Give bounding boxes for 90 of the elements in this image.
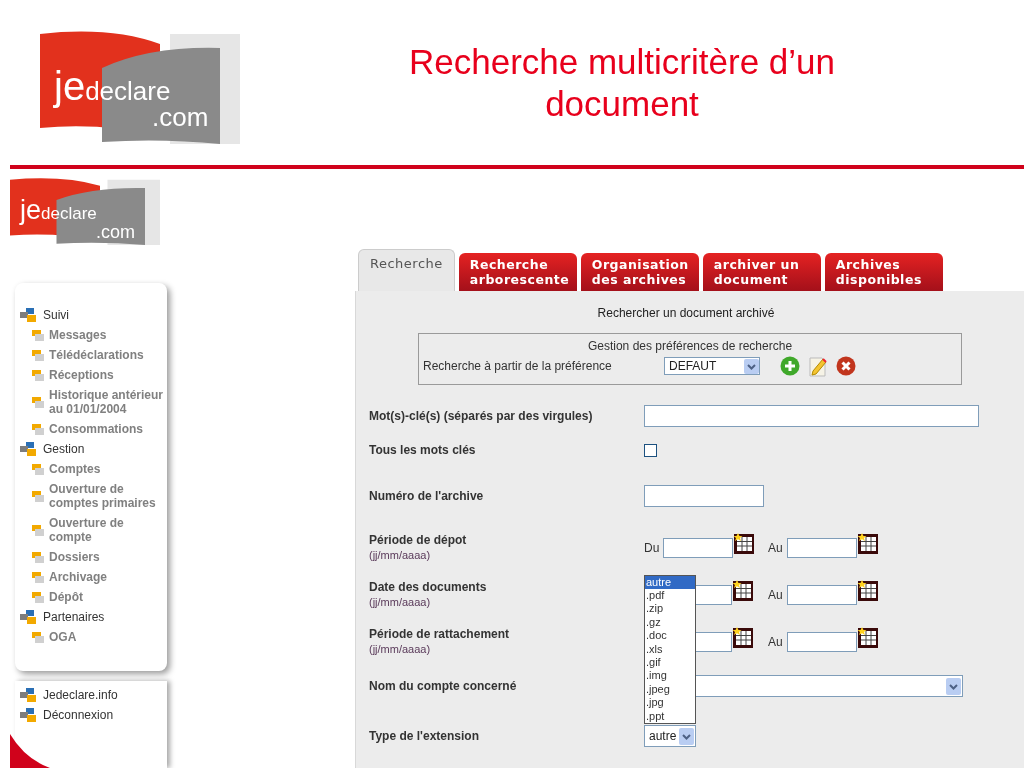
- menu-item[interactable]: Comptes: [49, 462, 101, 476]
- dropdown-option[interactable]: autre: [645, 575, 695, 589]
- date-field[interactable]: [786, 538, 857, 558]
- field-label: Mot(s)-clé(s) (séparés par des virgules): [369, 408, 594, 424]
- field-hint: (jj/mm/aaaa): [369, 594, 432, 610]
- edit-icon[interactable]: [808, 355, 828, 377]
- folder-group-icon: [20, 688, 37, 702]
- folder-group-icon: [20, 308, 37, 322]
- folder-icon: [32, 423, 44, 435]
- date-label: Du: [644, 540, 660, 557]
- dropdown-option[interactable]: .gif: [645, 655, 695, 670]
- menu-item[interactable]: Ouverture de compte: [49, 516, 165, 544]
- date-field[interactable]: [786, 631, 857, 652]
- select-field[interactable]: autre: [644, 725, 696, 747]
- field-label: Période de rattachement: [369, 626, 511, 642]
- dropdown-option[interactable]: .doc: [645, 629, 695, 643]
- folder-icon: [32, 571, 44, 583]
- tab[interactable]: Organisation des archives: [580, 253, 699, 291]
- calendar-icon[interactable]: [856, 579, 879, 602]
- folder-icon: [32, 329, 44, 341]
- date-label: Au: [768, 540, 783, 557]
- folder-group-icon: [20, 708, 37, 722]
- dropdown-option[interactable]: .jpeg: [645, 682, 695, 697]
- dropdown-option[interactable]: .pdf: [645, 588, 695, 603]
- folder-icon: [32, 490, 44, 502]
- calendar-icon[interactable]: [733, 533, 756, 555]
- menu-item[interactable]: Archivage: [49, 570, 108, 584]
- date-field[interactable]: [786, 584, 857, 605]
- dropdown-option[interactable]: .img: [645, 669, 695, 683]
- menu-item[interactable]: OGA: [49, 630, 77, 644]
- menu-item[interactable]: Dossiers: [49, 550, 100, 564]
- menu-item[interactable]: Dépôt: [49, 590, 83, 604]
- logo-text: .com: [152, 103, 209, 130]
- field-label: Période de dépot: [369, 533, 468, 548]
- add-icon[interactable]: [780, 356, 800, 376]
- field-label: Tous les mots clés: [369, 442, 477, 458]
- checkbox[interactable]: [644, 443, 657, 457]
- slide-title: Recherche multicritère d’un document: [408, 40, 836, 125]
- menu-item[interactable]: Réceptions: [49, 368, 114, 382]
- menu-group[interactable]: Gestion: [43, 442, 85, 456]
- folder-icon: [32, 463, 44, 475]
- field-label: Nom du compte concerné: [369, 678, 518, 694]
- logo-text: .com: [96, 223, 135, 241]
- preferences-label: Recherche à partir de la préférence: [422, 358, 613, 375]
- folder-icon: [32, 369, 44, 381]
- folder-icon: [32, 524, 44, 536]
- corner-decoration: [10, 734, 50, 768]
- date-field[interactable]: [663, 538, 734, 558]
- menu-group[interactable]: Jedeclare.info: [43, 688, 118, 702]
- menu-item[interactable]: Télédéclarations: [49, 348, 144, 362]
- field-hint: (jj/mm/aaaa): [369, 548, 432, 563]
- dropdown-option[interactable]: .jpg: [645, 696, 695, 710]
- calendar-icon[interactable]: [856, 533, 879, 555]
- menu-item[interactable]: Historique antérieur au 01/01/2004: [49, 388, 165, 416]
- calendar-icon[interactable]: [732, 626, 754, 649]
- tab[interactable]: Recherche: [358, 249, 455, 291]
- field-hint: (jj/mm/aaaa): [369, 641, 432, 657]
- menu-group[interactable]: Déconnexion: [43, 708, 114, 722]
- field-label: Date des documents: [369, 579, 488, 595]
- preference-select[interactable]: DEFAUT: [664, 357, 760, 375]
- menu-group[interactable]: Suivi: [43, 308, 69, 322]
- dropdown-option[interactable]: .xls: [645, 642, 695, 656]
- text-field[interactable]: [644, 485, 764, 507]
- tab[interactable]: Recherche arborescente: [458, 253, 577, 291]
- calendar-icon[interactable]: [856, 626, 879, 649]
- calendar-icon[interactable]: [732, 579, 754, 602]
- field-label: Type de l'extension: [369, 728, 480, 744]
- text-field[interactable]: [644, 405, 979, 427]
- menu-group[interactable]: Partenaires: [43, 610, 105, 624]
- field-label: Numéro de l'archive: [369, 488, 485, 504]
- menu-item[interactable]: Consommations: [49, 422, 143, 436]
- dropdown-option[interactable]: .ppt: [645, 709, 695, 723]
- menu-item[interactable]: Ouverture de comptes primaires: [49, 482, 165, 510]
- tab[interactable]: Archives disponibles: [824, 253, 943, 291]
- folder-icon: [32, 396, 44, 408]
- folder-group-icon: [20, 442, 37, 456]
- folder-group-icon: [20, 610, 37, 624]
- folder-icon: [32, 591, 44, 603]
- dropdown-option[interactable]: .zip: [645, 602, 695, 616]
- folder-icon: [32, 631, 44, 643]
- folder-icon: [32, 551, 44, 563]
- tab[interactable]: archiver un document: [702, 253, 821, 291]
- date-label: Au: [768, 586, 783, 604]
- folder-icon: [32, 349, 44, 361]
- delete-icon[interactable]: [836, 356, 856, 376]
- preferences-title: Gestion des préférences de recherche: [586, 338, 794, 355]
- date-label: Au: [768, 633, 783, 651]
- panel-title: Rechercher un document archivé: [596, 305, 776, 322]
- dropdown-option[interactable]: .gz: [645, 615, 695, 630]
- menu-item[interactable]: Messages: [49, 328, 107, 342]
